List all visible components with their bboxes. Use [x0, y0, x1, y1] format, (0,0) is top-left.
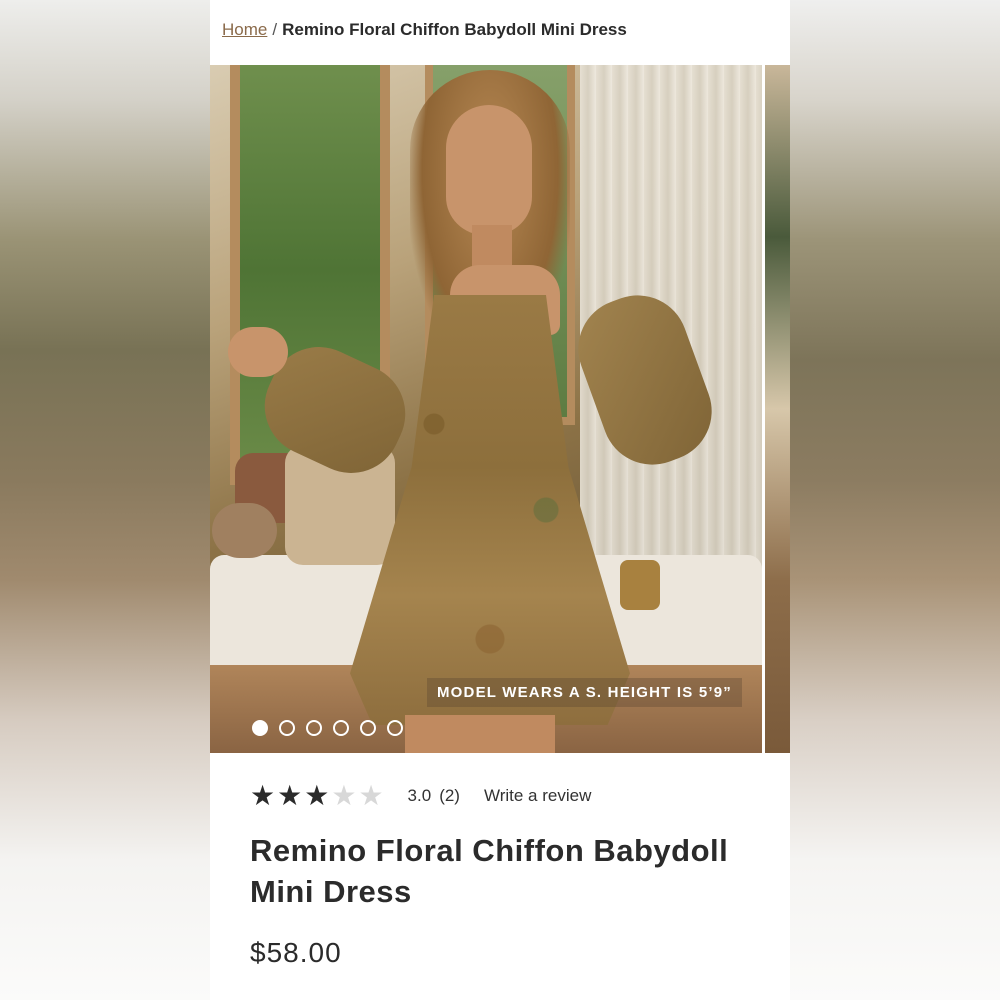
rating-value: 3.0 [407, 786, 432, 805]
carousel-dot[interactable] [252, 720, 268, 736]
scene-vase [620, 560, 660, 610]
carousel-dot[interactable] [387, 720, 403, 736]
breadcrumb-home-link[interactable]: Home [222, 20, 267, 39]
star-filled-icon: ★ [250, 780, 276, 811]
rating-summary: ★ ★ ★ ★ ★ 3.0 (2) Write a review [250, 782, 591, 810]
breadcrumb-separator: / [272, 20, 278, 39]
model-hand [228, 327, 288, 377]
carousel-dot[interactable] [333, 720, 349, 736]
star-filled-icon: ★ [304, 780, 330, 811]
model-face [446, 105, 532, 235]
carousel-dot[interactable] [306, 720, 322, 736]
product-price: $58.00 [250, 937, 342, 968]
scene-pillow [212, 503, 277, 558]
model-size-caption: MODEL WEARS A S. HEIGHT IS 5’9” [426, 678, 742, 707]
review-count-link[interactable]: (2) [439, 786, 460, 806]
product-image-gallery[interactable]: MODEL WEARS A S. HEIGHT IS 5’9” [210, 65, 790, 753]
star-filled-icon: ★ [277, 780, 303, 811]
product-image-next-peek[interactable] [765, 65, 790, 753]
product-title: Remino Floral Chiffon Babydoll Mini Dres… [250, 833, 729, 909]
background-blur-left [0, 0, 210, 1000]
model-legs [405, 715, 555, 753]
star-empty-icon: ★ [358, 780, 384, 811]
product-image-main[interactable]: MODEL WEARS A S. HEIGHT IS 5’9” [210, 65, 762, 753]
carousel-dots [252, 720, 403, 736]
star-empty-icon: ★ [331, 780, 357, 811]
product-page: Home / Remino Floral Chiffon Babydoll Mini… [210, 0, 790, 1000]
background-blur-right [790, 0, 1000, 1000]
breadcrumb-current: Remino Floral Chiffon Babydoll Mini Dres… [282, 20, 627, 39]
carousel-dot[interactable] [360, 720, 376, 736]
breadcrumb: Home / Remino Floral Chiffon Babydoll Mini… [222, 20, 627, 40]
rating-stars[interactable]: ★ ★ ★ ★ ★ [250, 782, 384, 810]
write-review-link[interactable]: Write a review [484, 786, 591, 806]
carousel-dot[interactable] [279, 720, 295, 736]
